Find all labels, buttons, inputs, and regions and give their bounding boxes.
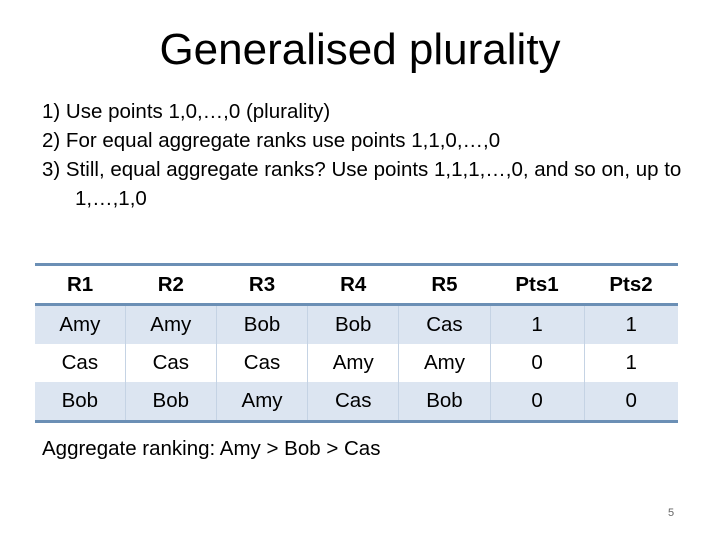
column-header: R1 <box>35 264 126 306</box>
bullet-list: 1) Use points 1,0,…,0 (plurality) 2) For… <box>42 97 692 213</box>
page-number: 5 <box>668 507 675 519</box>
table-cell: Cas <box>215 344 308 382</box>
table-cell: 1 <box>583 304 678 344</box>
table-row: Amy Amy Bob Bob Cas 1 1 <box>35 304 678 344</box>
table-cell: Amy <box>35 304 126 344</box>
table-header-row: R1 R2 R3 R4 R5 Pts1 Pts2 <box>35 264 678 306</box>
bullet-item: 3) Still, equal aggregate ranks? Use poi… <box>42 158 682 210</box>
table-cell: Bob <box>124 382 217 422</box>
table-row: Cas Cas Cas Amy Amy 0 1 <box>35 344 678 382</box>
column-header: R3 <box>216 264 308 306</box>
table-cell: Cas <box>61 351 99 374</box>
table-cell: 1 <box>583 344 678 382</box>
table-cell: Bob <box>215 304 308 344</box>
slide-title: Generalised plurality <box>159 25 561 74</box>
table-row: Bob Bob Amy Cas Bob 0 0 <box>35 382 678 422</box>
column-header: R4 <box>307 264 399 306</box>
ranking-table: R1 R2 R3 R4 R5 Pts1 Pts2 Amy Amy Bob Bob… <box>35 263 678 423</box>
aggregate-ranking: Aggregate ranking: Amy > Bob > Cas <box>42 437 381 460</box>
table-cell: Amy <box>215 382 308 422</box>
table-cell: Cas <box>307 382 399 422</box>
bullet-item: 2) For equal aggregate ranks use points … <box>42 129 501 152</box>
table-cell: Amy <box>307 344 399 382</box>
column-header: Pts2 <box>584 264 678 306</box>
column-header: R5 <box>398 264 491 306</box>
column-header: R2 <box>125 264 217 306</box>
table-cell: Cas <box>124 344 217 382</box>
table-cell: Bob <box>35 382 126 422</box>
table-cell: Amy <box>124 304 217 344</box>
column-header: Pts1 <box>490 264 584 306</box>
table-cell: 1 <box>489 304 584 344</box>
table-cell: 0 <box>489 382 584 422</box>
table-cell: Bob <box>307 304 399 344</box>
table-cell: Amy <box>398 344 491 382</box>
table-cell: Bob <box>398 382 491 422</box>
table-cell: 0 <box>489 344 584 382</box>
bullet-item: 1) Use points 1,0,…,0 (plurality) <box>42 100 331 123</box>
table-cell: 0 <box>583 382 678 422</box>
table-cell: Cas <box>398 304 491 344</box>
